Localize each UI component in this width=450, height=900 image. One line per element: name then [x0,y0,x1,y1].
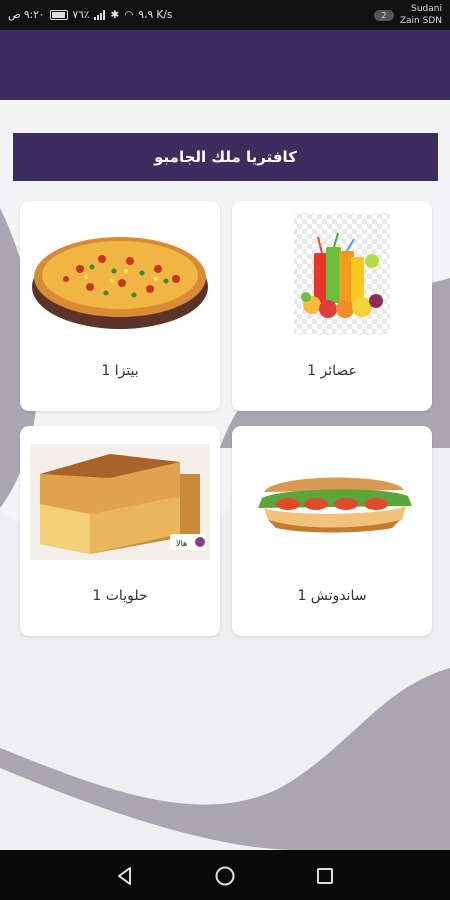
recents-button[interactable] [312,863,338,889]
status-left: ٩:٢٠ ص ٧٦٪ ✱ ◠ ٩،٩ K/s [8,9,172,21]
status-bar: ٩:٢٠ ص ٧٦٪ ✱ ◠ ٩،٩ K/s 2 Sudani Zain SDN [0,0,450,30]
app-bar-spacer [0,100,450,128]
watermark-text: هالا [176,539,187,548]
category-card-juices[interactable]: عصائر 1 [232,201,432,411]
battery-icon [49,10,68,20]
category-card-pizza[interactable]: بيتزا 1 [20,201,220,411]
network-speed: ٩،٩ K/s [138,9,173,21]
carrier-sub: Zain SDN [399,16,442,26]
category-label: عصائر 1 [307,363,357,379]
carrier: Sudani Zain SDN [400,3,442,27]
screen: ٩:٢٠ ص ٧٦٪ ✱ ◠ ٩،٩ K/s 2 Sudani Zain SDN [0,0,450,900]
category-label: ساندوتش 1 [297,588,367,604]
battery-level: ٧٦٪ [72,9,90,21]
category-card-sandwich[interactable]: ساندوتش 1 [232,426,432,636]
app-bar [0,30,450,100]
bluetooth-icon: ✱ [110,9,120,21]
home-icon [215,866,235,886]
juice-image [242,209,422,339]
recents-icon [317,868,333,884]
navigation-bar [0,850,450,900]
sandwich-image [242,434,422,564]
home-button[interactable] [212,863,238,889]
category-card-sweets[interactable]: هالا حلويات 1 [20,426,220,636]
clock: ٩:٢٠ ص [8,9,45,21]
wifi-icon: ◠ [124,9,134,21]
category-label: بيتزا 1 [101,363,139,379]
signal-icon [94,10,106,20]
pizza-image [30,209,210,339]
status-right: 2 Sudani Zain SDN [373,3,442,27]
carrier-name: Sudani [411,4,442,14]
category-label: حلويات 1 [92,588,148,604]
page-title: كافتريا ملك الجامبو [13,133,438,181]
back-icon [118,867,131,885]
main-content: كافتريا ملك الجامبو عصائر 1 بيتزا 1 ساند… [0,128,450,850]
back-button[interactable] [112,863,138,889]
basbousa-image: هالا [30,434,210,564]
sim-badge: 2 [373,9,394,21]
